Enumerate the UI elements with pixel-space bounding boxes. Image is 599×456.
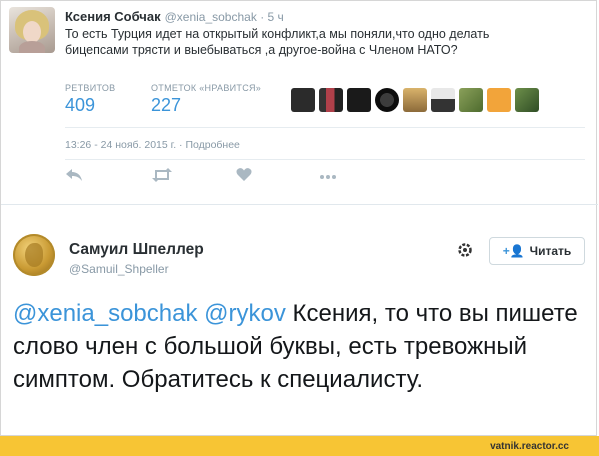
mention-link[interactable]: @rykov xyxy=(204,300,286,327)
tweet-actions xyxy=(1,167,598,191)
author-handle[interactable]: @Samuil_Shpeller xyxy=(69,262,169,276)
author-name[interactable]: Самуил Шпеллер xyxy=(69,241,204,259)
divider xyxy=(65,127,585,128)
liker-avatar[interactable] xyxy=(375,88,399,112)
heart-icon-svg xyxy=(236,168,252,181)
liker-avatar[interactable] xyxy=(319,88,343,112)
time-ago[interactable]: · 5 ч xyxy=(260,10,284,24)
follow-button[interactable]: +👤 Читать xyxy=(489,237,585,265)
avatar-face xyxy=(23,21,41,43)
likes-count[interactable]: 227 xyxy=(151,95,181,116)
watermark-bar: vatnik.reactor.cc xyxy=(0,436,599,456)
screenshot-frame: Ксения Собчак @xenia_sobchak · 5 ч То ест… xyxy=(0,0,598,436)
likes-label[interactable]: ОТМЕТОК «НРАВИТСЯ» xyxy=(151,83,261,93)
avatar[interactable] xyxy=(13,234,55,276)
avatar[interactable] xyxy=(9,7,55,53)
coin-profile xyxy=(25,243,43,267)
tweet-timestamp[interactable]: 13:26 - 24 нояб. 2015 г. · Подробнее xyxy=(65,139,240,151)
retweet-icon[interactable] xyxy=(151,167,173,187)
tweet-text: То есть Турция идет на открытый конфликт… xyxy=(65,27,490,57)
retweets-count[interactable]: 409 xyxy=(65,95,95,116)
more-icon[interactable] xyxy=(319,167,337,184)
heart-icon[interactable] xyxy=(236,167,252,186)
retweet-icon-svg xyxy=(152,168,172,182)
follow-label: Читать xyxy=(529,244,572,258)
author-name[interactable]: Ксения Собчак @xenia_sobchak · 5 ч xyxy=(65,9,284,24)
liker-avatar[interactable] xyxy=(487,88,511,112)
follow-icon: +👤 xyxy=(502,244,525,258)
tweet-text: @xenia_sobchak @rykov Ксения, то что вы … xyxy=(13,297,588,396)
reply-icon[interactable] xyxy=(65,167,83,187)
author-handle[interactable]: @xenia_sobchak · 5 ч xyxy=(165,10,284,24)
divider xyxy=(65,159,585,160)
liker-avatars xyxy=(291,88,539,112)
liker-avatar[interactable] xyxy=(347,88,371,112)
reply-icon-svg xyxy=(66,169,82,181)
mention-link[interactable]: @xenia_sobchak xyxy=(13,300,197,327)
more-icon-svg xyxy=(320,175,336,179)
avatar-shoulders xyxy=(19,41,45,53)
liker-avatar[interactable] xyxy=(291,88,315,112)
separator xyxy=(1,204,598,205)
retweets-label[interactable]: РЕТВИТОВ xyxy=(65,83,115,93)
liker-avatar[interactable] xyxy=(459,88,483,112)
tweet-sobchak: Ксения Собчак @xenia_sobchak · 5 ч То ест… xyxy=(1,1,598,201)
author-name-text[interactable]: Ксения Собчак xyxy=(65,9,161,24)
liker-avatar[interactable] xyxy=(403,88,427,112)
gear-icon[interactable] xyxy=(456,241,474,259)
liker-avatar[interactable] xyxy=(515,88,539,112)
author-handle-text[interactable]: @xenia_sobchak xyxy=(165,10,257,24)
liker-avatar[interactable] xyxy=(431,88,455,112)
watermark-site[interactable]: vatnik.reactor.cc xyxy=(490,441,569,452)
